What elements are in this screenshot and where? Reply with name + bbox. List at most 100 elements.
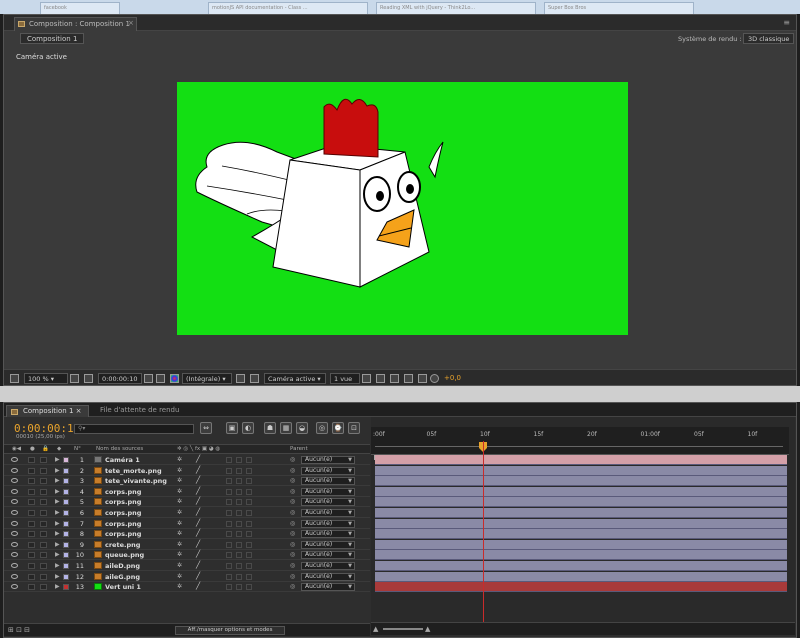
effect-switch[interactable] (226, 488, 232, 495)
expand-arrow-icon[interactable]: ▶ (55, 477, 60, 484)
solo-toggle[interactable] (28, 457, 35, 463)
layer-row[interactable]: ▶ 13 Vert uni 1 ✲ ╱ ◎ Aucun(e) ▼ (4, 582, 370, 593)
close-icon[interactable]: × (128, 19, 134, 27)
pickwhip-icon[interactable]: ◎ (290, 498, 295, 505)
zoom-out-icon[interactable]: ▲ (373, 625, 378, 633)
layer-row[interactable]: ▶ 6 corps.png ✲ ╱ ◎ Aucun(e) ▼ (4, 508, 370, 518)
quality-switch-icon[interactable]: ╱ (196, 529, 200, 537)
layer-name[interactable]: queue.png (105, 551, 144, 559)
layer-name[interactable]: aileG.png (105, 573, 140, 581)
safe-margins-icon[interactable] (70, 374, 79, 383)
stopwatch-icon[interactable]: ⊡ (348, 422, 360, 434)
layer-name[interactable]: corps.png (105, 530, 141, 538)
label-color-swatch[interactable] (63, 478, 69, 485)
layer-name[interactable]: Vert uni 1 (105, 583, 141, 591)
time-zoom-slider[interactable] (383, 628, 423, 630)
reset-exposure-icon[interactable] (418, 374, 427, 383)
layer-duration-bar[interactable] (375, 561, 787, 571)
draft-3d-icon[interactable]: ◐ (242, 422, 254, 434)
frame-blend-switch[interactable] (236, 510, 242, 516)
parent-select[interactable]: Aucun(e) ▼ (301, 572, 355, 581)
eye-icon[interactable] (11, 467, 18, 473)
frame-blend-switch[interactable] (236, 531, 242, 538)
quality-switch-icon[interactable]: ╱ (196, 572, 200, 580)
effect-switch[interactable] (226, 563, 232, 569)
solo-toggle[interactable] (28, 563, 35, 569)
layer-name[interactable]: corps.png (105, 509, 141, 517)
quality-switch-icon[interactable]: ╱ (196, 455, 200, 463)
zoom-select[interactable]: 100 % ▾ (24, 373, 68, 384)
layer-duration-bar[interactable] (375, 550, 787, 561)
magnification-icon[interactable] (10, 374, 19, 383)
expand-arrow-icon[interactable]: ▶ (55, 583, 60, 590)
effect-switch[interactable] (226, 552, 232, 559)
pickwhip-icon[interactable]: ◎ (290, 467, 295, 474)
motion-blur-icon[interactable]: ◒ (296, 422, 308, 434)
composition-breadcrumb[interactable]: Composition 1 (20, 33, 85, 44)
effect-switch[interactable] (226, 573, 232, 580)
pickwhip-icon[interactable]: ◎ (290, 530, 295, 537)
eye-icon[interactable] (11, 510, 18, 515)
3d-layer-switch[interactable] (246, 541, 252, 548)
label-color-swatch[interactable] (63, 467, 69, 474)
resolution-select[interactable]: (Intégrale) ▾ (182, 373, 232, 384)
label-color-swatch[interactable] (63, 510, 69, 516)
solo-toggle[interactable] (28, 510, 35, 516)
effect-switch[interactable] (226, 467, 232, 474)
lock-toggle[interactable] (40, 457, 47, 463)
layer-row[interactable]: ▶ 12 aileG.png ✲ ╱ ◎ Aucun(e) ▼ (4, 572, 370, 582)
shy-switch-icon[interactable]: ✲ (177, 509, 182, 516)
layer-name[interactable]: corps.png (105, 520, 141, 528)
shy-switch-icon[interactable]: ✲ (177, 530, 182, 537)
transparency-grid-icon[interactable] (250, 374, 259, 383)
layer-duration-bar[interactable] (375, 529, 787, 540)
comp-mini-flowchart-icon[interactable]: ▣ (226, 422, 238, 434)
layer-duration-bar[interactable] (375, 518, 787, 529)
shy-switch-icon[interactable]: ✲ (177, 467, 182, 474)
brainstorm-icon[interactable]: ◎ (316, 422, 328, 434)
eye-icon[interactable] (11, 520, 18, 526)
pickwhip-icon[interactable]: ◎ (290, 509, 295, 516)
show-snapshot-icon[interactable] (156, 374, 165, 383)
frame-blending-icon[interactable]: ▦ (280, 422, 292, 434)
eye-icon[interactable] (11, 488, 18, 494)
layer-duration-bar[interactable] (375, 539, 787, 550)
expand-arrow-icon[interactable]: ▶ (55, 467, 60, 474)
shy-switch-icon[interactable]: ✲ (177, 477, 182, 484)
layer-row[interactable]: ▶ 11 aileD.png ✲ ╱ ◎ Aucun(e) ▼ (4, 561, 370, 571)
layer-row[interactable]: ▶ 4 corps.png ✲ ╱ ◎ Aucun(e) ▼ (4, 487, 370, 497)
parent-select[interactable]: Aucun(e) ▼ (301, 509, 355, 517)
solo-toggle[interactable] (28, 541, 35, 548)
3d-layer-switch[interactable] (246, 563, 252, 569)
effect-switch[interactable] (226, 499, 232, 506)
eye-icon[interactable] (11, 584, 18, 590)
frame-blend-switch[interactable] (236, 467, 242, 474)
expand-arrow-icon[interactable]: ▶ (55, 498, 60, 505)
timeline-graph-area[interactable]: :00f 05f 10f 15f 20f 01:00f 05f 10f (371, 417, 795, 622)
shy-switch-icon[interactable]: ✲ (177, 541, 182, 548)
label-color-swatch[interactable] (63, 552, 69, 559)
region-of-interest-icon[interactable] (84, 374, 93, 383)
fast-previews-icon[interactable] (236, 374, 245, 383)
effect-switch[interactable] (226, 541, 232, 548)
layer-row[interactable]: ▶ 5 corps.png ✲ ╱ ◎ Aucun(e) ▼ (4, 497, 370, 508)
layer-duration-bar[interactable] (375, 486, 787, 497)
expand-arrow-icon[interactable]: ▶ (55, 456, 60, 463)
quality-switch-icon[interactable]: ╱ (196, 519, 200, 527)
3d-layer-switch[interactable] (246, 499, 252, 506)
solo-toggle[interactable] (28, 499, 35, 506)
timeline-tab-composition[interactable]: Composition 1 × (6, 405, 89, 417)
quality-switch-icon[interactable]: ╱ (196, 466, 200, 474)
label-color-swatch[interactable] (63, 499, 69, 506)
shy-switch-icon[interactable]: ✲ (177, 551, 182, 558)
label-color-swatch[interactable] (63, 541, 69, 548)
lock-toggle[interactable] (40, 520, 47, 527)
expand-arrow-icon[interactable]: ▶ (55, 488, 60, 495)
layer-row[interactable]: ▶ 9 crete.png ✲ ╱ ◎ Aucun(e) ▼ (4, 540, 370, 550)
label-color-swatch[interactable] (63, 584, 69, 591)
3d-layer-switch[interactable] (246, 531, 252, 538)
lock-toggle[interactable] (40, 563, 47, 569)
view-layout-select[interactable]: 1 vue (330, 373, 360, 384)
frame-blend-switch[interactable] (236, 457, 242, 463)
pickwhip-icon[interactable]: ◎ (290, 456, 295, 463)
